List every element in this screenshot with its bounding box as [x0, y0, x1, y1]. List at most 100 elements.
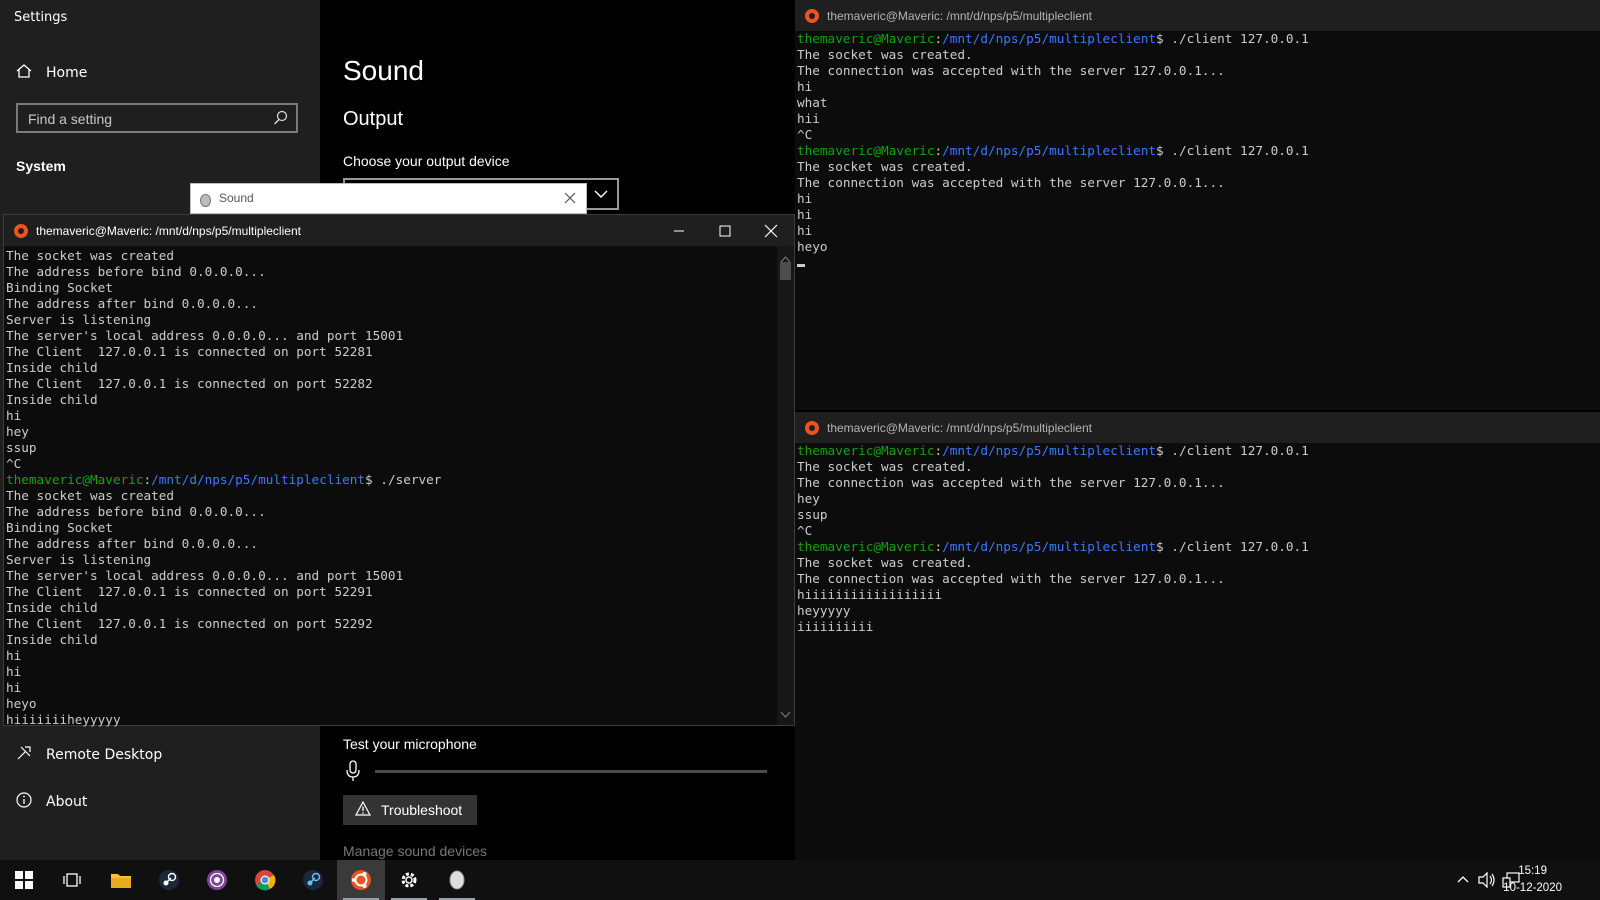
prompt-separator: : [934, 539, 943, 554]
terminal-line: hi [797, 79, 813, 94]
terminal-line: ^C [797, 127, 813, 142]
prompt-command: $ ./client 127.0.0.1 [1156, 443, 1309, 458]
prompt-separator: : [934, 443, 943, 458]
terminal-line: ^C [6, 456, 22, 471]
minimize-button[interactable] [656, 215, 702, 246]
mic-level-bar [375, 770, 767, 773]
terminal-line: The socket was created. [797, 459, 973, 474]
terminal-line: The socket was created [6, 488, 175, 503]
terminal-line: Binding Socket [6, 520, 113, 535]
terminal-line: The Client 127.0.0.1 is connected on por… [6, 584, 373, 599]
client-terminal-bottom-titlebar[interactable]: themaveric@Maveric: /mnt/d/nps/p5/multip… [795, 412, 1600, 443]
terminal-line: The socket was created [6, 248, 175, 263]
terminal-line: The address after bind 0.0.0.0... [6, 296, 259, 311]
terminal-line: themaveric@Maveric:/mnt/d/nps/p5/multipl… [797, 443, 1309, 459]
page-title: Sound [343, 55, 424, 86]
terminal-line: hiiiiiiiheyyyyy [6, 712, 121, 727]
terminal-line: The connection was accepted with the ser… [797, 571, 1225, 586]
task-view-icon[interactable] [48, 860, 96, 900]
search-icon[interactable] [273, 110, 288, 129]
chrome-icon[interactable] [241, 860, 289, 900]
search-field[interactable] [16, 103, 298, 133]
taskbar: 15:19 10-12-2020 [0, 860, 1600, 900]
nav-remote-desktop[interactable]: Remote Desktop [16, 745, 162, 765]
manage-sound-devices-link[interactable]: Manage sound devices [343, 843, 487, 859]
troubleshoot-button[interactable]: Troubleshoot [343, 795, 477, 825]
client-terminal-top-window[interactable]: themaveric@Maveric: /mnt/d/nps/p5/multip… [795, 0, 1600, 410]
terminal-line: heyo [797, 239, 828, 254]
terminal-line: The socket was created. [797, 159, 973, 174]
client-terminal-bottom-title: themaveric@Maveric: /mnt/d/nps/p5/multip… [827, 420, 1092, 435]
prompt-path: /mnt/d/nps/p5/multipleclient [942, 31, 1157, 46]
terminal-line: iiiiiiiiii [797, 619, 874, 634]
prompt-command: $ ./client 127.0.0.1 [1156, 539, 1309, 554]
client-terminal-bottom-window[interactable]: themaveric@Maveric: /mnt/d/nps/p5/multip… [795, 412, 1600, 860]
nav-about[interactable]: About [16, 792, 87, 812]
terminal-line: hi [6, 664, 22, 679]
prompt-user: themaveric@Maveric [797, 31, 935, 46]
terminal-line: Inside child [6, 632, 98, 647]
ubuntu-icon [14, 223, 28, 238]
client-terminal-top-output: themaveric@Maveric:/mnt/d/nps/p5/multipl… [797, 31, 1309, 271]
maximize-button[interactable] [702, 215, 748, 246]
terminal-line: themaveric@Maveric:/mnt/d/nps/p5/multipl… [797, 539, 1309, 555]
terminal-line: The Client 127.0.0.1 is connected on por… [6, 616, 373, 631]
scrollbar-thumb[interactable] [780, 262, 791, 280]
client-terminal-top-title: themaveric@Maveric: /mnt/d/nps/p5/multip… [827, 8, 1092, 23]
close-icon[interactable] [560, 188, 580, 212]
steam-icon[interactable] [289, 860, 337, 900]
ubuntu-terminal-icon[interactable] [337, 860, 385, 900]
server-terminal-title: themaveric@Maveric: /mnt/d/nps/p5/multip… [36, 223, 301, 238]
terminal-line: hi [6, 680, 22, 695]
start-icon[interactable] [0, 860, 48, 900]
client-terminal-top-titlebar[interactable]: themaveric@Maveric: /mnt/d/nps/p5/multip… [795, 0, 1600, 31]
prompt-path: /mnt/d/nps/p5/multipleclient [942, 143, 1157, 158]
home-icon [16, 63, 32, 83]
sound-app-icon[interactable] [433, 860, 481, 900]
terminal-cursor [797, 255, 1309, 271]
terminal-line: hiiiiiiiiiiiiiiiiii [797, 587, 943, 602]
nav-home-label: Home [46, 65, 88, 81]
volume-icon[interactable] [1478, 871, 1496, 892]
server-terminal-output: The socket was created The address before… [6, 248, 441, 728]
prompt-user: themaveric@Maveric [797, 443, 935, 458]
chevron-up-icon[interactable] [1456, 872, 1470, 891]
terminal-line: themaveric@Maveric:/mnt/d/nps/p5/multipl… [797, 143, 1309, 159]
nav-about-label: About [46, 794, 88, 810]
terminal-line: The address before bind 0.0.0.0... [6, 504, 266, 519]
search-input[interactable] [26, 109, 270, 129]
file-explorer-icon[interactable] [97, 860, 145, 900]
terminal-line: The socket was created. [797, 47, 973, 62]
terminal-line: The socket was created. [797, 555, 973, 570]
server-terminal-titlebar[interactable]: themaveric@Maveric: /mnt/d/nps/p5/multip… [4, 215, 794, 246]
ubuntu-icon [805, 420, 819, 435]
server-terminal-window[interactable]: themaveric@Maveric: /mnt/d/nps/p5/multip… [3, 214, 795, 728]
close-button[interactable] [748, 215, 794, 246]
prompt-separator: : [934, 31, 943, 46]
client-terminal-bottom-output: themaveric@Maveric:/mnt/d/nps/p5/multipl… [797, 443, 1309, 635]
terminal-line: themaveric@Maveric:/mnt/d/nps/p5/multipl… [6, 472, 441, 488]
scroll-down-icon[interactable] [780, 704, 791, 723]
steam-icon[interactable] [145, 860, 193, 900]
terminal-line: Server is listening [6, 312, 152, 327]
terminal-line: Binding Socket [6, 280, 113, 295]
microphone-icon [345, 760, 361, 786]
terminal-line: hi [797, 207, 813, 222]
terminal-line: hi [797, 191, 813, 206]
terminal-line: heyo [6, 696, 37, 711]
sound-dialog-titlebar[interactable]: Sound [190, 183, 587, 214]
terminal-line: what [797, 95, 828, 110]
server-terminal-scrollbar[interactable] [777, 246, 794, 725]
terminal-line: hey [6, 424, 29, 439]
prompt-command: $ ./client 127.0.0.1 [1156, 31, 1309, 46]
system-clock[interactable]: 15:19 10-12-2020 [1503, 863, 1562, 897]
prompt-user: themaveric@Maveric [797, 143, 935, 158]
tor-browser-icon[interactable] [193, 860, 241, 900]
prompt-command: $ ./client 127.0.0.1 [1156, 143, 1309, 158]
terminal-line: hi [797, 223, 813, 238]
nav-home[interactable]: Home [16, 63, 87, 83]
prompt-path: /mnt/d/nps/p5/multipleclient [942, 539, 1157, 554]
terminal-line: ssup [797, 507, 828, 522]
terminal-line: The server's local address 0.0.0.0... an… [6, 568, 404, 583]
settings-gear-icon[interactable] [385, 860, 433, 900]
